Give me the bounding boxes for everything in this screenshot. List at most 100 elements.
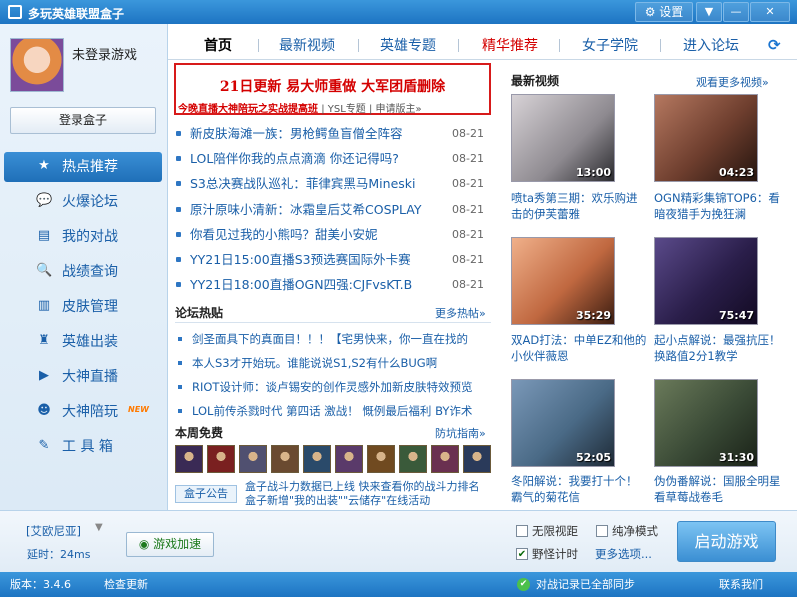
video-thumbnail[interactable]: 13:00 — [511, 94, 615, 182]
video-thumbnail[interactable]: 35:29 — [511, 237, 615, 325]
sidebar-item-label: 大神陪玩 — [62, 404, 118, 420]
pure-mode-checkbox[interactable] — [596, 525, 608, 537]
sidebar-item-records[interactable]: 🔍 战绩查询 — [4, 257, 162, 292]
login-button[interactable]: 登录盒子 — [10, 107, 156, 134]
list-item[interactable]: 新皮肤海滩一族：男枪鳄鱼盲僧全阵容 08-21 — [176, 124, 490, 149]
tab-enter-forum[interactable]: 进入论坛 — [683, 35, 739, 55]
bullet-icon — [176, 131, 181, 136]
video-caption[interactable]: 喷ta秀第三期：欢乐购进击的伊芙蕾雅 — [511, 190, 647, 222]
list-item[interactable]: 原汁原味小清新：冰霜皇后艾希COSPLAY 08-21 — [176, 200, 490, 225]
list-item[interactable]: LOL陪伴你我的点点滴滴 你还记得吗? 08-21 — [176, 149, 490, 174]
banner-moderator-link[interactable]: 申请版主» — [376, 104, 422, 115]
forum-title[interactable]: RIOT设计师：谈卢锡安的创作灵感外加新皮肤特效预览 — [192, 378, 488, 396]
hero-portrait[interactable] — [207, 445, 235, 473]
forum-more-link[interactable]: 更多热帖» — [435, 305, 486, 321]
forum-title[interactable]: LOL前传杀戮时代 第四话 激战！ 慨例最后福利 BY诈术 — [192, 402, 488, 420]
list-item[interactable]: LOL前传杀戮时代 第四话 激战！ 慨例最后福利 BY诈术 — [176, 402, 490, 426]
news-title[interactable]: YY21日18:00直播OGN四强:CJFvsKT.B — [190, 275, 446, 295]
banner-ysl-link[interactable]: YSL专题 — [328, 104, 366, 115]
video-thumbnail[interactable]: 75:47 — [654, 237, 758, 325]
menu-icon[interactable]: ▼ — [696, 2, 722, 22]
more-options-link[interactable]: 更多选项... — [595, 546, 652, 562]
no-limit-view-label[interactable]: 无限视距 — [532, 523, 578, 539]
news-title[interactable]: 原汁原味小清新：冰霜皇后艾希COSPLAY — [190, 200, 446, 220]
list-item[interactable]: S3总决赛战队巡礼：菲律宾黑马Mineski 08-21 — [176, 174, 490, 199]
news-title[interactable]: LOL陪伴你我的点点滴滴 你还记得吗? — [190, 149, 446, 169]
hero-portrait[interactable] — [463, 445, 491, 473]
video-thumbnail[interactable]: 52:05 — [511, 379, 615, 467]
sidebar-item-forum[interactable]: 💬 火爆论坛 — [4, 187, 162, 222]
refresh-icon[interactable]: ⟳ — [768, 36, 781, 54]
news-title[interactable]: YY21日15:00直播S3预选赛国际外卡赛 — [190, 250, 446, 270]
sidebar-item-hot[interactable]: ★ 热点推荐 — [4, 152, 162, 182]
list-item[interactable]: 剑圣面具下的真面目！！！【宅男快来，你一直在找的 — [176, 330, 490, 354]
banner-headline[interactable]: 21日更新 易大师重做 大军团盾删除 — [176, 76, 489, 96]
video-caption[interactable]: 伪伪番解说：国服全明星 看草莓战卷毛 — [654, 473, 790, 505]
server-select[interactable]: [艾欧尼亚] — [26, 523, 81, 539]
forum-list: 剑圣面具下的真面目！！！【宅男快来，你一直在找的 本人S3才开始玩。谁能说说S1… — [176, 330, 490, 426]
hero-portrait[interactable] — [431, 445, 459, 473]
jungle-timer-checkbox[interactable]: ✔ — [516, 548, 528, 560]
notice-tab[interactable]: 盒子公告 — [175, 485, 237, 503]
headline-banner[interactable]: 21日更新 易大师重做 大军团盾删除 今晚直播大神陪玩之实战提高班 | YSL专… — [174, 63, 491, 115]
jungle-timer-label[interactable]: 野怪计时 — [532, 546, 578, 562]
list-item[interactable]: 本人S3才开始玩。谁能说说S1,S2有什么BUG啊 — [176, 354, 490, 378]
video-caption[interactable]: 起小点解说：最强抗压！换路值2分1教学 — [654, 332, 790, 364]
sidebar-item-companion[interactable]: ☻ 大神陪玩 NEW — [4, 397, 162, 432]
sync-status: 对战记录已全部同步 — [536, 578, 635, 591]
sidebar-item-toolbox[interactable]: ✎ 工 具 箱 — [4, 432, 162, 467]
notice-text[interactable]: 盒子战斗力数据已上线 快来查看你的战斗力排名 盒子新增"我的出装""云储存"在线… — [245, 480, 489, 506]
bullet-icon — [178, 337, 182, 341]
news-title[interactable]: S3总决赛战队巡礼：菲律宾黑马Mineski — [190, 174, 446, 194]
sidebar-nav: ★ 热点推荐 💬 火爆论坛 ▤ 我的对战 🔍 战绩查询 ▥ 皮肤管理 ♜ 英雄出装 ▶ 大神直… — [4, 152, 162, 467]
tab-latest-videos[interactable]: 最新视频 — [279, 35, 335, 55]
hero-portrait[interactable] — [303, 445, 331, 473]
chevron-down-icon[interactable]: ▼ — [95, 522, 103, 533]
news-date: 08-21 — [452, 202, 484, 216]
more-videos-link[interactable]: 观看更多视频» — [696, 74, 769, 90]
forum-title[interactable]: 本人S3才开始玩。谁能说说S1,S2有什么BUG啊 — [192, 354, 488, 372]
tab-female-academy[interactable]: 女子学院 — [582, 35, 638, 55]
minimize-icon[interactable]: — — [723, 2, 749, 22]
tab-hero-topics[interactable]: 英雄专题 — [380, 35, 436, 55]
news-title[interactable]: 新皮肤海滩一族：男枪鳄鱼盲僧全阵容 — [190, 124, 446, 144]
sidebar-item-matches[interactable]: ▤ 我的对战 — [4, 222, 162, 257]
hero-portrait[interactable] — [335, 445, 363, 473]
hero-portrait[interactable] — [271, 445, 299, 473]
list-item[interactable]: 你看见过我的小熊吗？甜美小安妮 08-21 — [176, 225, 490, 250]
contact-link[interactable]: 联系我们 — [719, 572, 763, 597]
sidebar-item-live[interactable]: ▶ 大神直播 — [4, 362, 162, 397]
banner-live-link[interactable]: 今晚直播大神陪玩之实战提高班 — [178, 104, 318, 115]
list-item[interactable]: YY21日15:00直播S3预选赛国际外卡赛 08-21 — [176, 250, 490, 275]
tab-featured[interactable]: 精华推荐 — [482, 35, 538, 55]
news-date: 08-21 — [452, 127, 484, 140]
video-caption[interactable]: OGN精彩集锦TOP6：看暗夜猎手为挽狂澜 — [654, 190, 790, 222]
status-bar: 版本：3.4.6 检查更新 ✔ 对战记录已全部同步 联系我们 — [0, 572, 797, 597]
avatar[interactable] — [10, 38, 64, 92]
sidebar-item-skins[interactable]: ▥ 皮肤管理 — [4, 292, 162, 327]
box-icon — [8, 5, 22, 19]
hero-portrait[interactable] — [399, 445, 427, 473]
hero-portrait[interactable] — [239, 445, 267, 473]
hero-portrait[interactable] — [367, 445, 395, 473]
launch-game-button[interactable]: 启动游戏 — [677, 521, 776, 562]
game-accelerate-button[interactable]: ◉ 游戏加速 — [126, 532, 214, 557]
free-heroes-heading: 本周免费 — [175, 426, 224, 440]
video-thumbnail[interactable]: 04:23 — [654, 94, 758, 182]
check-update-link[interactable]: 检查更新 — [104, 572, 148, 597]
sidebar-item-builds[interactable]: ♜ 英雄出装 — [4, 327, 162, 362]
forum-title[interactable]: 剑圣面具下的真面目！！！【宅男快来，你一直在找的 — [192, 330, 488, 348]
video-thumbnail[interactable]: 31:30 — [654, 379, 758, 467]
settings-button[interactable]: ⚙ 设置 — [635, 2, 693, 22]
video-caption[interactable]: 冬阳解说：我要打十个！霸气的菊花信 — [511, 473, 647, 505]
hero-portrait[interactable] — [175, 445, 203, 473]
no-limit-view-checkbox[interactable] — [516, 525, 528, 537]
list-item[interactable]: YY21日18:00直播OGN四强:CJFvsKT.B 08-21 — [176, 275, 490, 300]
list-item[interactable]: RIOT设计师：谈卢锡安的创作灵感外加新皮肤特效预览 — [176, 378, 490, 402]
news-title[interactable]: 你看见过我的小熊吗？甜美小安妮 — [190, 225, 446, 245]
video-caption[interactable]: 双AD打法：中单EZ和他的小伙伴薇恩 — [511, 332, 647, 364]
tab-home[interactable]: 首页 — [204, 35, 232, 55]
anti-scam-link[interactable]: 防坑指南» — [435, 425, 486, 441]
close-icon[interactable]: ✕ — [750, 2, 790, 22]
pure-mode-label[interactable]: 纯净模式 — [612, 523, 658, 539]
